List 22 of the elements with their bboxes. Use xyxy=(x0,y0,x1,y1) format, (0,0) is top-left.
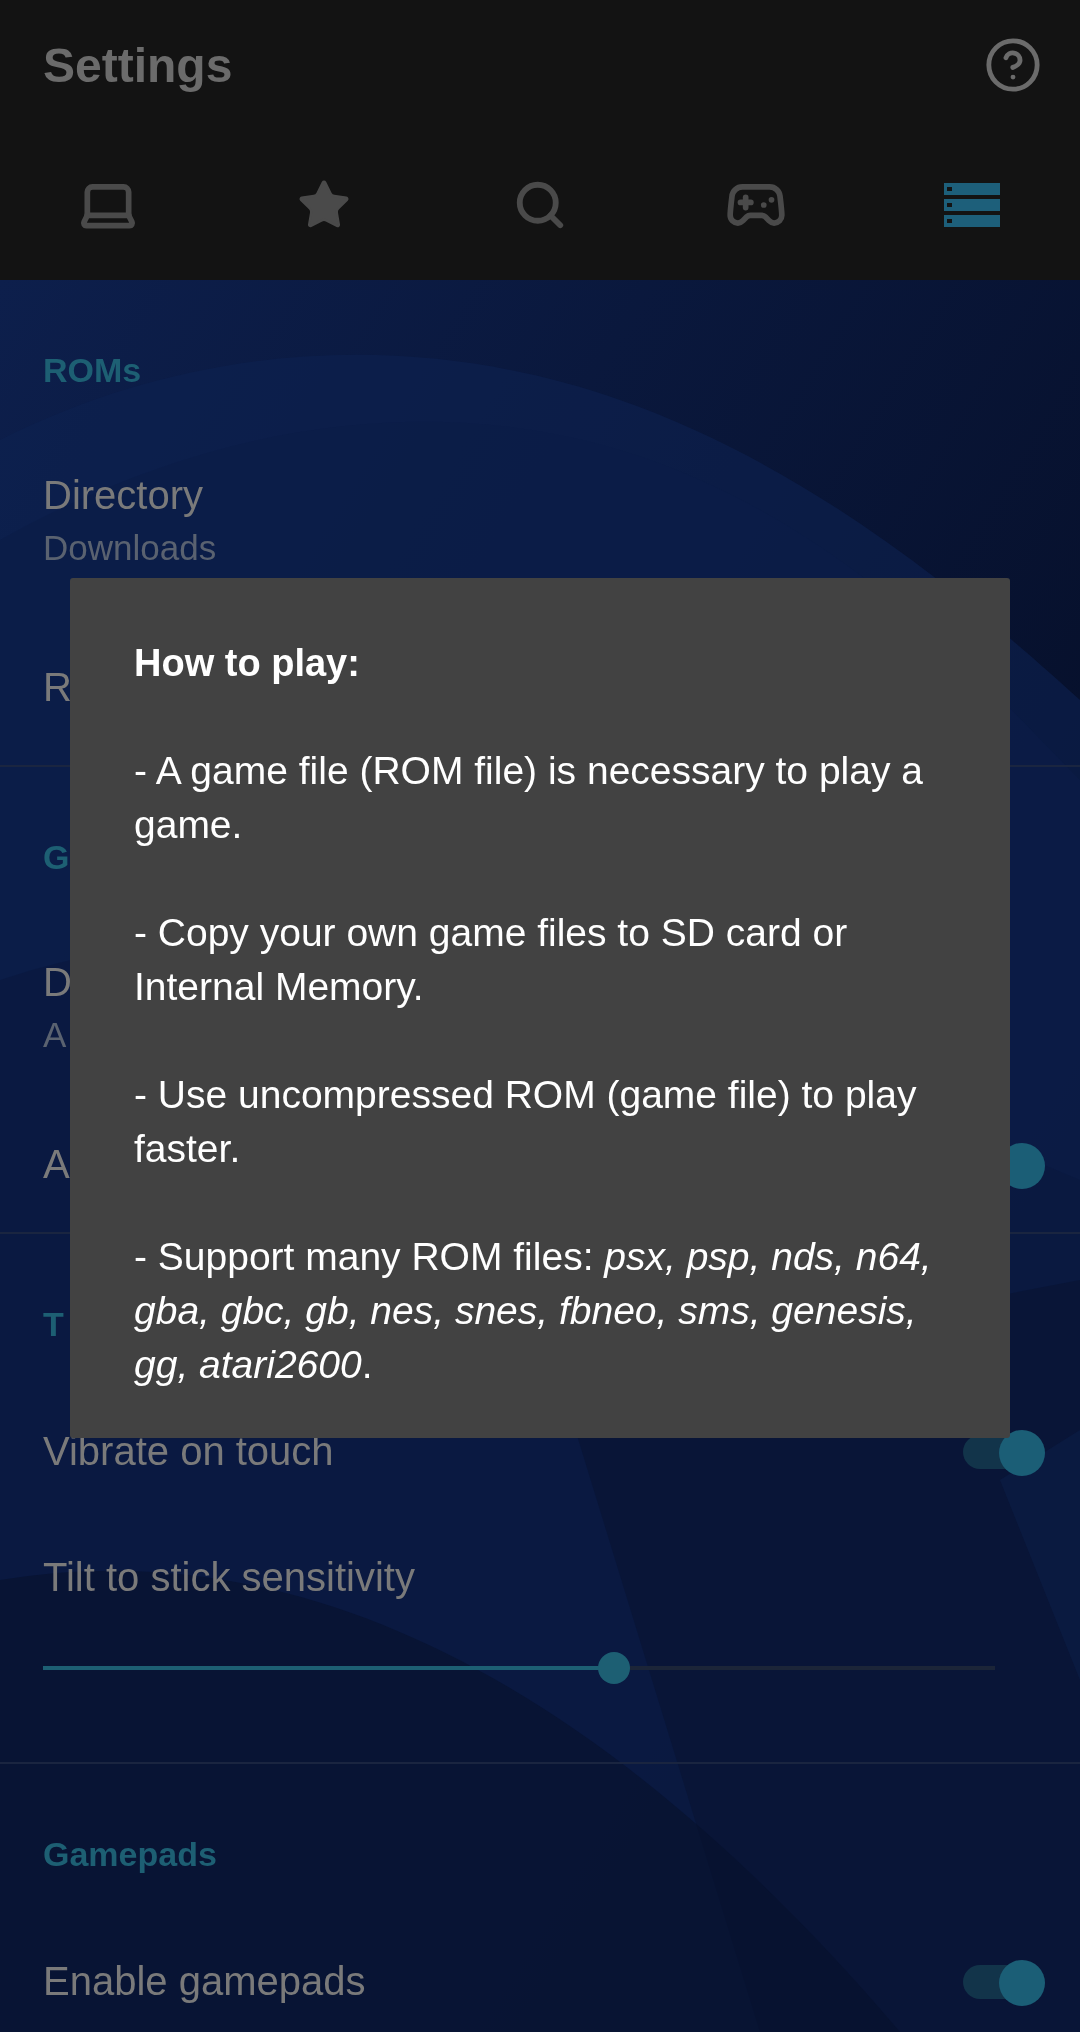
setting-title: Enable gamepads xyxy=(43,1959,366,2004)
section-header: G xyxy=(43,838,70,877)
setting-title: Vibrate on touch xyxy=(43,1429,334,1474)
dialog-paragraph: - Copy your own game files to SD card or Internal Memory. xyxy=(134,910,849,1010)
setting-value: A xyxy=(43,1014,68,1055)
section-header: T xyxy=(43,1305,64,1344)
help-icon[interactable] xyxy=(984,36,1042,94)
dialog-paragraph: - Support many ROM files: psx, psp, nds, n64, gba, gbc, gb, nes, snes, fbneo, sms, genesis, gg, atari2600. xyxy=(134,1234,933,1388)
section-header: Gamepads xyxy=(43,1835,217,1874)
dialog-paragraph: - A game file (ROM file) is necessary to play a game. xyxy=(134,748,924,848)
setting-title: Tilt to stick sensitivity xyxy=(43,1555,416,1600)
slider-thumb[interactable] xyxy=(598,1652,631,1684)
setting-title: A xyxy=(43,1142,70,1187)
setting-title: D xyxy=(43,959,72,1005)
setting-title: Directory xyxy=(43,472,205,518)
setting-value: Downloads xyxy=(43,527,217,568)
section-header: ROMs xyxy=(43,351,142,390)
list-icon xyxy=(944,183,1000,227)
screen-title: Settings xyxy=(43,37,233,93)
setting-title: R xyxy=(43,665,72,710)
dialog-paragraph: - Use uncompressed ROM (game file) to play faster. xyxy=(134,1072,918,1172)
dialog-title: How to play: xyxy=(134,641,361,686)
